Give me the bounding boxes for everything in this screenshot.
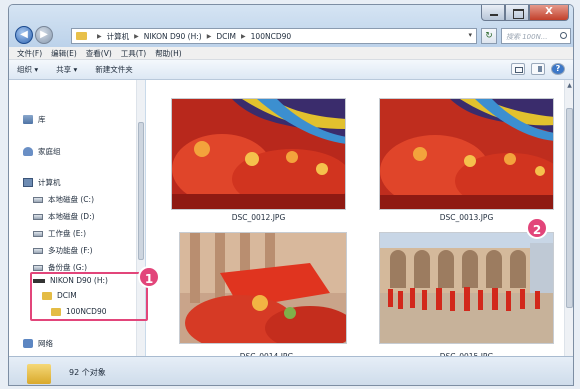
share-button[interactable]: 共享 ▾ — [56, 64, 77, 75]
search-input[interactable]: 搜索 100N... — [501, 28, 571, 44]
highlight-box — [30, 272, 148, 321]
status-bar: 92 个对象 — [9, 356, 573, 385]
file-list: DSC_0012.JPG DSC_0013.JPG — [146, 80, 564, 361]
folder-icon — [27, 364, 51, 384]
nav-homegroup[interactable]: 家庭组 — [23, 146, 61, 157]
nav-drive-label: 本地磁盘 (C:) — [48, 195, 94, 204]
drive-icon — [33, 264, 43, 271]
breadcrumb-chevron-icon: ▶ — [97, 32, 102, 40]
help-icon[interactable]: ? — [551, 63, 565, 75]
nav-drive-f[interactable]: 多功能盘 (F:) — [33, 245, 93, 256]
breadcrumb-100ncd90[interactable]: 100NCD90 — [251, 32, 291, 41]
breadcrumb-chevron-icon: ▶ — [241, 32, 246, 40]
menu-bar: 文件(F) 编辑(E) 查看(V) 工具(T) 帮助(H) — [9, 47, 573, 60]
nav-drive-d[interactable]: 本地磁盘 (D:) — [33, 211, 95, 222]
step-marker-1: 1 — [138, 266, 160, 288]
nav-network[interactable]: 网络 — [23, 338, 53, 349]
command-bar: 组织 ▾ 共享 ▾ 新建文件夹 ? — [9, 60, 573, 80]
computer-icon — [23, 178, 33, 187]
nav-library[interactable]: 库 — [23, 114, 46, 125]
network-icon — [23, 339, 33, 348]
folder-icon — [76, 32, 87, 40]
nav-computer[interactable]: 计算机 — [23, 177, 61, 188]
nav-drive-label: 本地磁盘 (D:) — [48, 212, 95, 221]
nav-drive-label: 工作盘 (E:) — [48, 229, 87, 238]
minimize-button[interactable] — [481, 5, 505, 21]
drive-icon — [33, 230, 43, 237]
library-icon — [23, 115, 33, 124]
organize-button[interactable]: 组织 ▾ — [17, 64, 38, 75]
thumbnail-image[interactable] — [171, 98, 346, 210]
nav-drive-c[interactable]: 本地磁盘 (C:) — [33, 194, 94, 205]
address-dropdown-icon[interactable]: ▾ — [468, 31, 472, 39]
menu-view[interactable]: 查看(V) — [86, 48, 112, 59]
nav-homegroup-label: 家庭组 — [38, 147, 61, 156]
search-placeholder: 搜索 100N... — [506, 33, 548, 41]
thumbnail-image[interactable] — [379, 98, 554, 210]
maximize-button[interactable] — [505, 5, 529, 21]
forward-button[interactable]: ▶ — [35, 26, 53, 44]
item-count: 92 个对象 — [69, 368, 106, 377]
drive-icon — [33, 247, 43, 254]
preview-pane-icon[interactable] — [531, 63, 545, 75]
toolbar-right: ? — [511, 63, 565, 75]
window-controls: X — [481, 5, 569, 21]
address-bar[interactable]: ▶ 计算机 ▶ NIKON D90 (H:) ▶ DCIM ▶ 100NCD90… — [71, 28, 477, 44]
nav-computer-label: 计算机 — [38, 178, 61, 187]
nav-scrollbar-thumb[interactable] — [138, 122, 144, 260]
nav-library-label: 库 — [38, 115, 46, 124]
scroll-up-icon[interactable]: ▲ — [566, 82, 573, 90]
breadcrumb-chevron-icon: ▶ — [206, 32, 212, 40]
breadcrumb-chevron-icon: ▶ — [134, 32, 139, 40]
close-button[interactable]: X — [529, 5, 569, 21]
refresh-button[interactable]: ↻ — [481, 28, 497, 44]
thumbnail-image[interactable] — [179, 232, 347, 344]
content-scrollbar-thumb[interactable] — [566, 108, 573, 308]
breadcrumb-computer[interactable]: 计算机 — [107, 31, 130, 42]
explorer-window: X ◀ ▶ ▶ 计算机 ▶ NIKON D90 (H:) ▶ DCIM ▶ 10… — [8, 4, 574, 386]
nav-drive-e[interactable]: 工作盘 (E:) — [33, 228, 86, 239]
homegroup-icon — [23, 147, 33, 156]
content-scrollbar[interactable]: ▲ — [564, 80, 573, 356]
view-options-icon[interactable] — [511, 63, 525, 75]
drive-icon — [33, 196, 43, 203]
new-folder-button[interactable]: 新建文件夹 — [95, 64, 133, 75]
title-bar: X ◀ ▶ ▶ 计算机 ▶ NIKON D90 (H:) ▶ DCIM ▶ 10… — [9, 5, 573, 47]
menu-edit[interactable]: 编辑(E) — [51, 48, 77, 59]
drive-icon — [33, 213, 43, 220]
search-icon — [560, 32, 567, 39]
step-marker-2: 2 — [526, 217, 548, 239]
file-name[interactable]: DSC_0012.JPG — [171, 213, 346, 222]
menu-file[interactable]: 文件(F) — [17, 48, 42, 59]
breadcrumb-dcim[interactable]: DCIM — [216, 32, 236, 41]
nav-drive-label: 多功能盘 (F:) — [48, 246, 93, 255]
back-button[interactable]: ◀ — [15, 26, 33, 44]
thumbnail-image[interactable] — [379, 232, 554, 344]
menu-help[interactable]: 帮助(H) — [155, 48, 182, 59]
nav-network-label: 网络 — [38, 339, 53, 348]
breadcrumb-device[interactable]: NIKON D90 (H:) — [144, 32, 202, 41]
menu-tools[interactable]: 工具(T) — [121, 48, 146, 59]
